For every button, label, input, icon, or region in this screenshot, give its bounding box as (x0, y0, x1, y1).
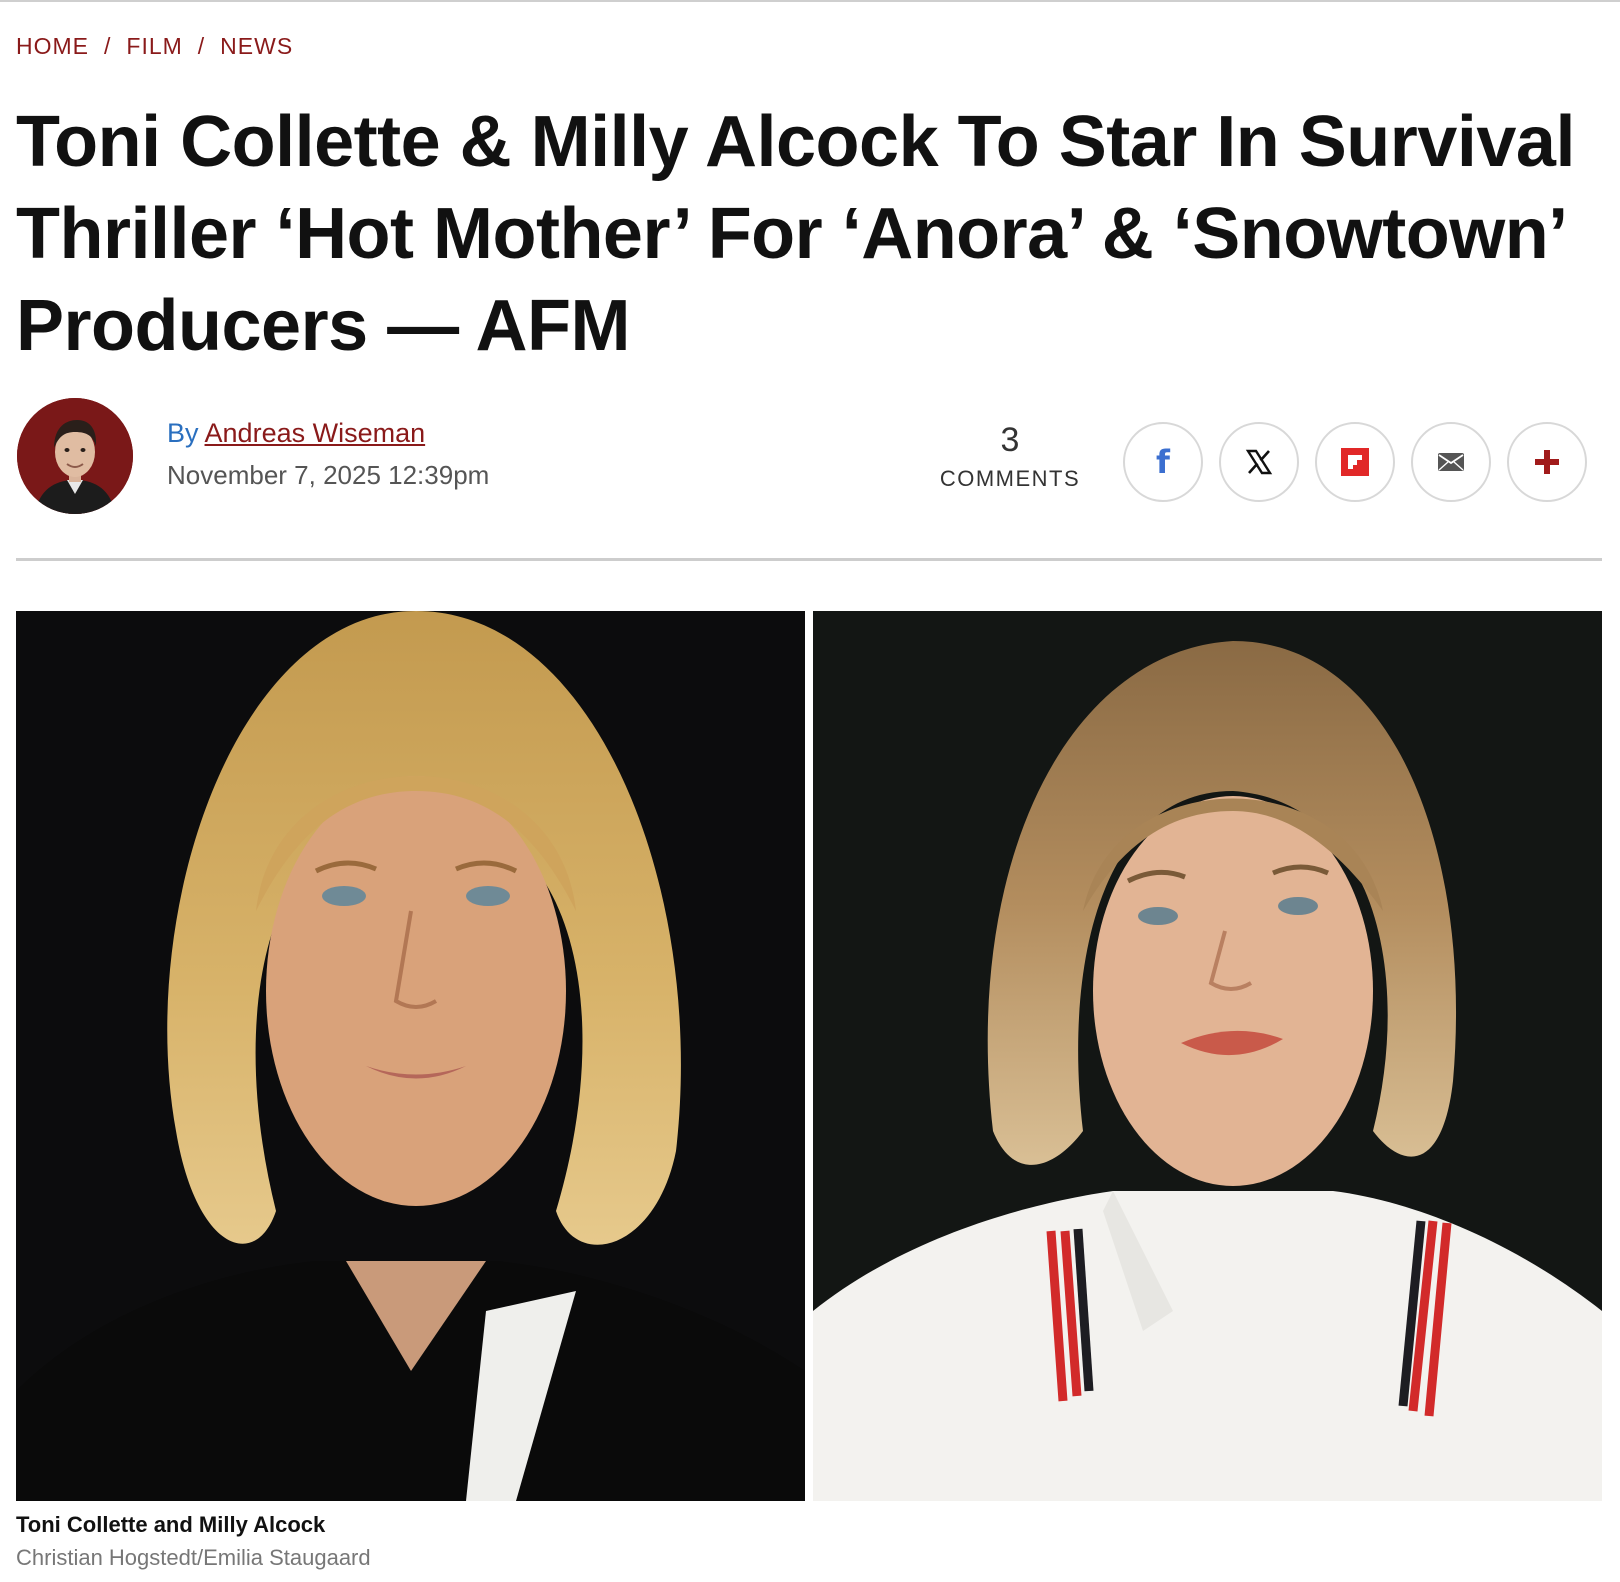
share-flipboard-button[interactable] (1315, 422, 1395, 502)
comments-link[interactable]: 3 COMMENTS (930, 420, 1090, 492)
comments-label: COMMENTS (939, 466, 1081, 491)
author-link[interactable]: Andreas Wiseman (205, 418, 426, 448)
breadcrumb-separator: / (104, 33, 112, 59)
share-more-button[interactable] (1507, 422, 1587, 502)
breadcrumb-home[interactable]: HOME (16, 33, 89, 60)
breadcrumb-news[interactable]: NEWS (220, 33, 293, 60)
author-portrait-image (17, 398, 133, 514)
portrait-image-left (16, 611, 805, 1501)
share-facebook-button[interactable]: f (1123, 422, 1203, 502)
author-byline: By Andreas Wiseman (167, 418, 425, 449)
photo-credit: Christian Hogstedt/Emilia Staugaard (16, 1545, 371, 1570)
portrait-image-right (813, 611, 1602, 1501)
photo-milly-alcock (813, 611, 1602, 1501)
photo-caption: Toni Collette and Milly Alcock (16, 1512, 326, 1537)
more-plus-icon (1535, 450, 1559, 474)
email-icon (1438, 453, 1464, 471)
photo-toni-collette (16, 611, 805, 1501)
comments-count: 3 (1000, 421, 1020, 459)
breadcrumb-separator: / (197, 33, 206, 59)
x-icon (1245, 449, 1273, 475)
flipboard-icon (1341, 448, 1369, 476)
top-border (0, 0, 1620, 2)
publish-date: November 7, 2025 12:39pm (167, 460, 490, 490)
article-headline: Toni Collette & Milly Alcock To Star In … (16, 102, 1575, 366)
breadcrumb: HOME / FILM / NEWS (16, 33, 293, 60)
share-x-button[interactable] (1219, 422, 1299, 502)
author-avatar[interactable] (17, 398, 133, 514)
share-email-button[interactable] (1411, 422, 1491, 502)
header-divider (16, 558, 1602, 561)
facebook-icon: f (1156, 443, 1170, 481)
breadcrumb-film[interactable]: FILM (126, 33, 182, 60)
byline-prefix: By (167, 418, 199, 448)
